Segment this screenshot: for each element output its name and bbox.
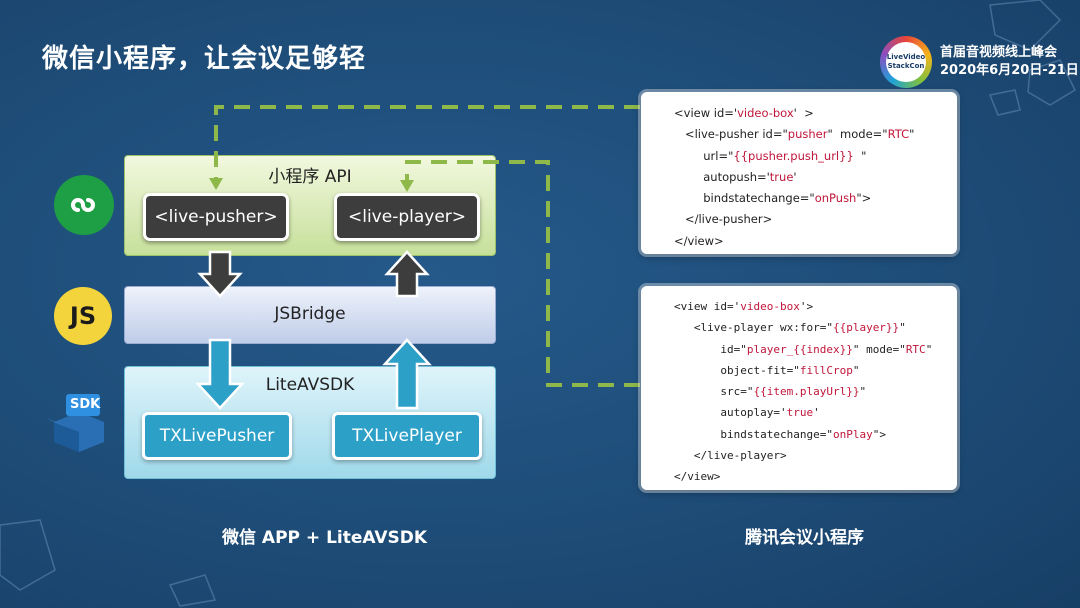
code-token: " — [853, 148, 867, 163]
dash-line-player — [405, 160, 640, 387]
code-line: bindstatechange="onPush"> — [674, 188, 957, 209]
code-panel-pusher: <view id='video-box' > <live-pusher id="… — [641, 92, 957, 254]
dash-arrowhead-pusher — [209, 178, 223, 190]
code-token: autopush=' — [674, 169, 770, 184]
code-token: " — [852, 363, 860, 377]
code-line: autopush='true' — [674, 167, 957, 188]
code-line: <view id='video-box' > — [674, 103, 957, 124]
code-token: </view> — [674, 233, 724, 248]
code-token: <view id=' — [674, 106, 738, 120]
code-value: RTC — [905, 342, 926, 356]
code-value: onPlay — [832, 427, 873, 441]
code-value: onPush — [814, 191, 857, 206]
code-token: " mode=" — [827, 127, 888, 142]
code-token: " — [925, 342, 933, 356]
code-token: </live-pusher> — [674, 212, 773, 227]
code-token: bindstatechange=" — [674, 191, 815, 206]
code-panel-player: <view id='video-box'> <live-player wx:fo… — [641, 286, 957, 490]
caption-left: 微信 APP + LiteAVSDK — [222, 528, 428, 548]
code-value: video-box — [740, 300, 800, 313]
code-value: {{player}} — [832, 321, 900, 335]
code-token: <live-player wx:for=" — [674, 321, 833, 335]
code-token: src=" — [674, 385, 754, 399]
code-line: url="{{pusher.push_url}} " — [674, 146, 957, 167]
code-token: bindstatechange=" — [674, 427, 833, 441]
dash-line-pusher — [214, 105, 640, 180]
code-value: RTC — [887, 127, 910, 142]
code-value: {{item.playUrl}} — [753, 385, 860, 399]
code-line: </view> — [674, 466, 957, 487]
code-value: true — [769, 169, 794, 184]
code-token: ' — [793, 169, 797, 184]
code-line: bindstatechange="onPlay"> — [674, 424, 957, 445]
arrow-down-blue — [195, 338, 245, 410]
arrow-up-blue — [382, 338, 432, 410]
code-line: src="{{item.playUrl}}" — [674, 381, 957, 402]
code-line: </live-player> — [674, 445, 957, 466]
code-token: id=" — [674, 342, 747, 356]
code-token: " — [899, 321, 906, 335]
code-line: autoplay='true' — [674, 402, 957, 423]
code-token: "> — [856, 191, 872, 206]
code-value: fillCrop — [799, 363, 853, 377]
code-line: <view id='video-box'> — [674, 296, 957, 317]
code-token: '> — [799, 300, 814, 313]
code-value: player_{{index}} — [746, 342, 853, 356]
code-token: </view> — [674, 470, 721, 484]
code-value: pusher — [787, 127, 828, 142]
arrow-up-dark — [384, 250, 430, 298]
arrow-down-dark — [197, 250, 243, 298]
dashed-connector-lines — [214, 105, 640, 387]
code-token: " — [859, 385, 867, 399]
code-value: {{pusher.push_url}} — [733, 148, 854, 163]
code-token: </live-player> — [674, 449, 787, 463]
code-line: <live-player wx:for="{{player}}" — [674, 317, 957, 338]
code-token: <live-pusher id=" — [674, 127, 788, 142]
code-value: true — [786, 406, 814, 420]
code-token: url=" — [674, 148, 734, 163]
caption-right: 腾讯会议小程序 — [745, 528, 864, 548]
code-line: object-fit="fillCrop" — [674, 360, 957, 381]
code-token: autoplay=' — [674, 406, 787, 420]
code-line: </live-pusher> — [674, 209, 957, 230]
code-line: <live-pusher id="pusher" mode="RTC" — [674, 124, 957, 145]
code-token: ' > — [793, 106, 814, 120]
code-token: " mode=" — [852, 342, 906, 356]
code-token: <view id=' — [674, 300, 741, 313]
code-token: " — [909, 127, 915, 142]
code-token: "> — [872, 427, 886, 441]
code-line: id="player_{{index}}" mode="RTC" — [674, 339, 957, 360]
code-value: video-box — [737, 106, 794, 120]
code-token: object-fit=" — [674, 363, 800, 377]
code-token: ' — [813, 406, 820, 420]
code-line: </view> — [674, 231, 957, 252]
dash-arrowhead-player — [400, 180, 414, 192]
